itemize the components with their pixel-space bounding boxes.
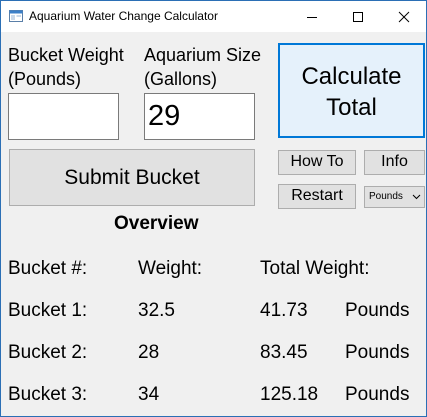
maximize-icon xyxy=(353,12,363,22)
app-window-icon xyxy=(9,10,23,22)
minimize-icon xyxy=(307,17,317,18)
header-total-weight: Total Weight: xyxy=(260,258,370,279)
header-bucket-number: Bucket #: xyxy=(8,258,88,279)
aquarium-size-label-line2: (Gallons) xyxy=(144,69,218,89)
row-1-weight: 32.5 xyxy=(138,300,175,321)
how-to-button[interactable]: How To xyxy=(278,150,356,175)
window-title: Aquarium Water Change Calculator xyxy=(29,9,218,23)
units-select[interactable]: Pounds xyxy=(364,186,425,208)
row-3-total: 125.18 xyxy=(260,384,319,405)
row-3-unit: Pounds xyxy=(345,384,410,405)
minimize-button[interactable] xyxy=(289,1,335,32)
info-button[interactable]: Info xyxy=(364,150,425,175)
calculate-total-button[interactable]: Calculate Total xyxy=(278,43,425,138)
calculate-total-label-line2: Total xyxy=(326,94,377,121)
app-window: Aquarium Water Change Calculator Bucket … xyxy=(0,0,427,417)
aquarium-size-input[interactable] xyxy=(144,93,255,140)
bucket-weight-label-line1: Bucket Weight xyxy=(8,45,124,65)
row-2-total: 83.45 xyxy=(260,342,308,363)
row-2-unit: Pounds xyxy=(345,342,410,363)
row-2-bucket: Bucket 2: xyxy=(8,342,88,363)
title-bar[interactable]: Aquarium Water Change Calculator xyxy=(1,1,426,32)
submit-bucket-button[interactable]: Submit Bucket xyxy=(9,149,255,206)
row-2-weight: 28 xyxy=(138,342,160,363)
bucket-weight-input[interactable] xyxy=(8,93,119,140)
chevron-down-icon xyxy=(412,194,421,200)
row-3-bucket: Bucket 3: xyxy=(8,384,88,405)
units-select-value: Pounds xyxy=(369,191,403,202)
row-1-total: 41.73 xyxy=(260,300,308,321)
close-icon xyxy=(398,11,410,23)
header-weight: Weight: xyxy=(138,258,203,279)
restart-button[interactable]: Restart xyxy=(278,184,356,209)
row-1-bucket: Bucket 1: xyxy=(8,300,88,321)
row-1-unit: Pounds xyxy=(345,300,410,321)
overview-title: Overview xyxy=(114,213,199,234)
maximize-button[interactable] xyxy=(335,1,381,32)
aquarium-size-label-line1: Aquarium Size xyxy=(144,45,262,65)
row-3-weight: 34 xyxy=(138,384,160,405)
close-button[interactable] xyxy=(381,1,426,32)
calculate-total-label-line1: Calculate xyxy=(301,63,402,90)
bucket-weight-label-line2: (Pounds) xyxy=(8,69,82,89)
